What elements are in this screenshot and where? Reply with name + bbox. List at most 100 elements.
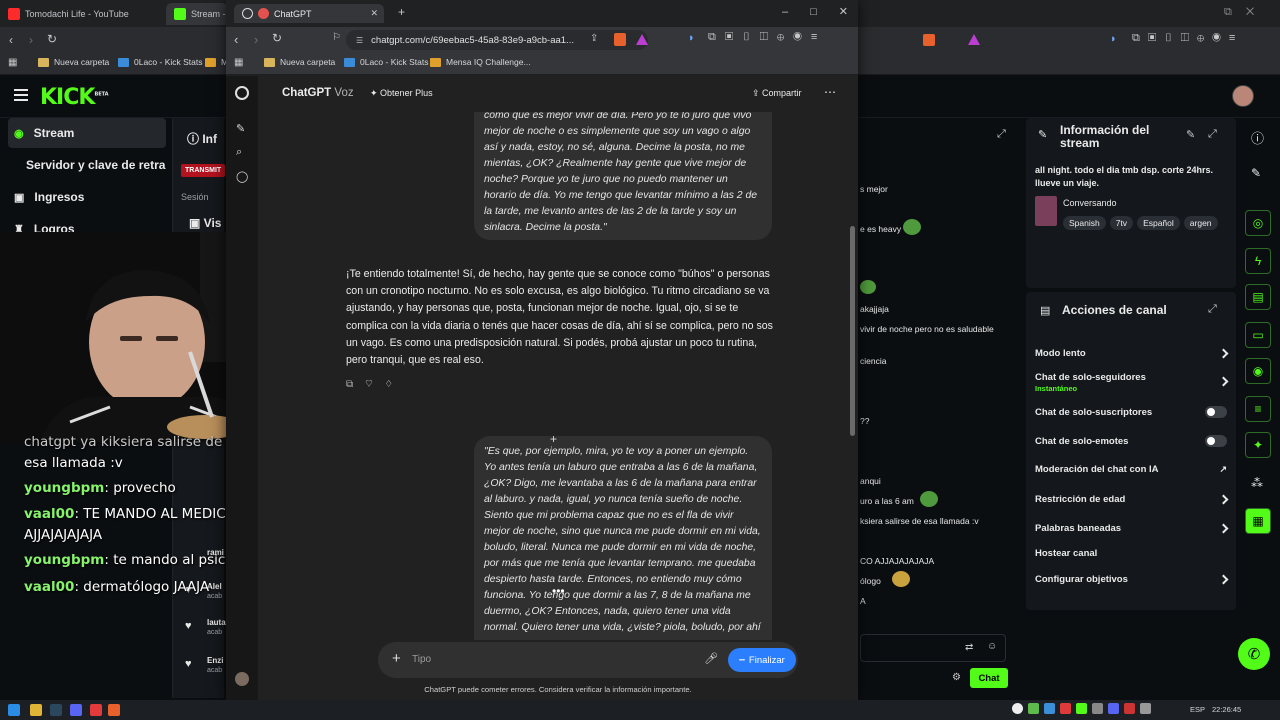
chat-bubble-icon[interactable]: ◯ (236, 170, 248, 183)
close-tab-icon[interactable]: ✕ (370, 8, 378, 19)
settings-icon[interactable]: ⚙ (952, 672, 961, 683)
action-host-channel[interactable]: Hostear canal (1035, 548, 1227, 559)
obs-icon[interactable] (90, 704, 102, 716)
chat-send-button[interactable]: Chat (970, 668, 1008, 688)
popout-icon[interactable]: ⤢ (1208, 303, 1217, 316)
extension-icons[interactable]: ⧉▣▯◫⊕◉≡ (708, 31, 826, 44)
reload-icon[interactable]: ↻ (272, 31, 282, 45)
back-icon[interactable]: ‹ (9, 33, 13, 47)
tag[interactable]: Español (1137, 216, 1180, 230)
toggle-switch[interactable] (1205, 435, 1227, 447)
tag[interactable]: argen (1183, 216, 1218, 230)
new-tab-icon[interactable]: + (398, 5, 405, 19)
edit-icon[interactable]: ✎ (1251, 166, 1261, 180)
more-options-icon[interactable]: ⋯ (824, 85, 836, 99)
tab-chatgpt[interactable]: ChatGPT ✕ (234, 4, 384, 23)
action-ai-moderation[interactable]: Moderación del chat con IA ↗ (1035, 464, 1227, 475)
brave-icon[interactable] (108, 704, 120, 716)
toggle-switch[interactable] (1205, 406, 1227, 418)
camera-icon[interactable]: ◎ (1245, 210, 1271, 236)
bookmark-folder[interactable]: Nueva carpeta (38, 57, 109, 67)
clock[interactable]: 22:26:45 (1212, 705, 1241, 714)
steam-icon[interactable] (50, 704, 62, 716)
bookmark-kickstats[interactable]: 0Laco - Kick Stats (344, 57, 429, 67)
brave-icon[interactable] (923, 34, 935, 46)
chat-input[interactable]: ⇄ ☺ (860, 634, 1006, 662)
action-followers-only[interactable]: Chat de solo-seguidores Instantáneo (1035, 372, 1229, 394)
microphone-icon[interactable]: 🎤︎ (704, 652, 718, 665)
language-indicator[interactable]: ESP (1190, 705, 1205, 714)
sidebar-item-income[interactable]: ▣ Ingresos (8, 182, 166, 212)
brave-shields-icon[interactable] (614, 33, 626, 46)
support-chat-icon[interactable]: ✆ (1238, 638, 1270, 670)
address-bar[interactable]: ☰ chatgpt.com/c/69eebac5-45a8-83e9-a9cb-… (346, 30, 648, 50)
info-icon[interactable]: ⓘ (1251, 128, 1264, 147)
bookmark-folder[interactable]: Nueva carpeta (264, 57, 335, 67)
scrollbar-thumb[interactable] (850, 226, 855, 436)
site-info-icon[interactable]: ☰ (356, 36, 363, 45)
chat-bubble-icon[interactable]: ▭ (1245, 322, 1271, 348)
system-tray[interactable] (1012, 703, 1162, 717)
bookmark-mensa[interactable]: M (205, 57, 228, 67)
model-selector[interactable]: ChatGPT Voz (282, 87, 354, 99)
emoji-icon[interactable]: ☺ (987, 641, 997, 652)
finish-voice-button[interactable]: ┅ Finalizar (728, 648, 796, 672)
action-goals[interactable]: Configurar objetivos (1035, 574, 1229, 585)
bolt-icon[interactable]: ϟ (1245, 248, 1271, 274)
translate-icon[interactable]: ◗ (1110, 33, 1117, 45)
avatar[interactable] (1232, 85, 1254, 107)
popout-icon[interactable]: ⤢ (997, 128, 1006, 141)
window-controls[interactable]: –□✕ (782, 5, 870, 18)
start-icon[interactable] (8, 704, 20, 716)
stream-category[interactable]: Conversando (1063, 198, 1117, 208)
tag[interactable]: Spanish (1063, 216, 1106, 230)
menu-icon[interactable] (14, 89, 28, 101)
reload-icon[interactable]: ↻ (47, 32, 57, 46)
action-age-restriction[interactable]: Restricción de edad (1035, 494, 1229, 505)
back-icon[interactable]: ‹ (234, 32, 238, 47)
share-button[interactable]: ⇪ Compartir (752, 88, 802, 99)
search-icon[interactable]: ⌕ (236, 146, 242, 159)
new-chat-icon[interactable]: ✎ (236, 122, 245, 135)
toolbar-icons[interactable]: ⧉▣▯◫⊕◉≡ (1132, 32, 1243, 45)
translate-icon[interactable]: ⇄ (965, 642, 973, 653)
user-avatar[interactable] (235, 672, 249, 686)
action-emotes-only[interactable]: Chat de solo-emotes (1035, 435, 1227, 447)
rewards-icon[interactable] (636, 34, 648, 45)
discord-icon[interactable] (70, 704, 82, 716)
tool-icon[interactable]: ✦ (1245, 432, 1271, 458)
list-icon[interactable]: ≡ (1245, 396, 1271, 422)
tag[interactable]: 7tv (1109, 216, 1134, 230)
bookmark-kickstats[interactable]: 0Laco - Kick Stats (118, 57, 203, 67)
broadcast-icon[interactable]: ◉ (1245, 358, 1271, 384)
kick-logo[interactable]: KICKBETA (40, 85, 109, 110)
forward-icon[interactable]: › (29, 33, 33, 47)
document-icon[interactable]: ▤ (1245, 284, 1271, 310)
tab-stream[interactable]: Stream - K (166, 3, 228, 25)
tab-youtube[interactable]: Tomodachi Life - YouTube (0, 3, 164, 25)
explorer-icon[interactable] (30, 704, 42, 716)
action-banned-words[interactable]: Palabras baneadas (1035, 523, 1229, 534)
action-subscribers-only[interactable]: Chat de solo-suscriptores (1035, 406, 1227, 418)
apps-icon[interactable]: ▦ (234, 57, 243, 68)
sidebar-item-stream[interactable]: ◉ Stream (8, 118, 166, 148)
apps-icon[interactable]: ▦ (8, 57, 17, 68)
message-actions[interactable]: ⧉♡♢ (346, 379, 405, 390)
edit-icon[interactable]: ✎ (1186, 128, 1195, 141)
add-attachment-icon[interactable]: + (392, 650, 401, 667)
get-plus-button[interactable]: ✦ Obtener Plus (370, 88, 433, 99)
forward-icon[interactable]: › (254, 32, 258, 47)
openai-logo-icon[interactable] (235, 86, 249, 100)
translate-icon[interactable]: ◗ (688, 32, 695, 44)
window-controls[interactable]: ⧉✕ (1224, 6, 1268, 19)
clip-icon[interactable]: ▦ (1245, 508, 1271, 534)
sidebar-item-stream-key[interactable]: Servidor y clave de retransmisión (8, 150, 166, 180)
popout-icon[interactable]: ⤢ (1208, 128, 1217, 141)
bookmark-mensa[interactable]: Mensa IQ Challenge... (430, 57, 531, 67)
share-icon[interactable]: ⇪ (590, 33, 598, 44)
action-slow-mode[interactable]: Modo lento (1035, 348, 1229, 359)
message-composer[interactable]: + Tipo 🎤︎ ┅ Finalizar (378, 642, 798, 678)
bookmark-icon[interactable]: ⚐ (332, 32, 341, 43)
community-icon[interactable]: ⁂ (1251, 476, 1263, 490)
rewards-icon[interactable] (968, 34, 980, 45)
